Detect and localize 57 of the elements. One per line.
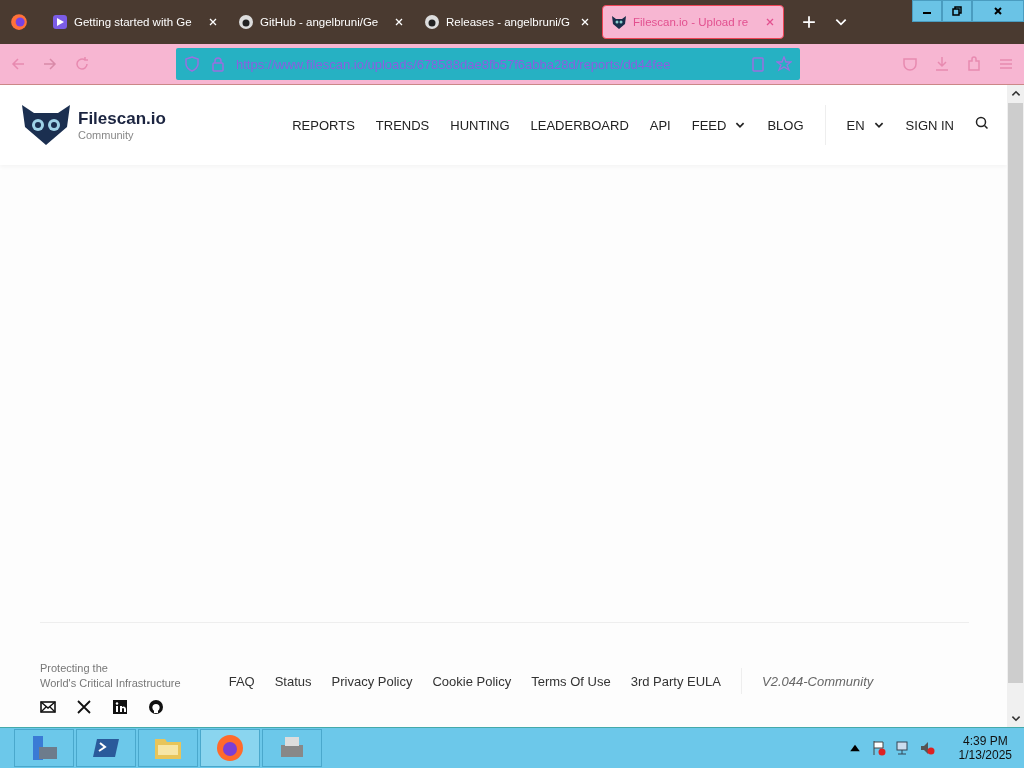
footer-link[interactable]: 3rd Party EULA [630,673,721,689]
clock[interactable]: 4:39 PM 1/13/2025 [942,734,1024,762]
tab-title: GitHub - angelbruni/Ge [260,16,380,28]
lock-icon [210,56,226,72]
nav-link[interactable]: API [649,117,671,133]
brand-name[interactable]: Filescan.io [78,109,166,129]
shield-icon [184,56,200,72]
speaker-icon[interactable] [918,740,935,756]
nav-link[interactable]: LEADERBOARD [530,117,629,133]
scrollbar[interactable] [1007,85,1024,727]
footer-link[interactable]: Cookie Policy [432,673,512,689]
sign-in-link[interactable]: SIGN IN [905,117,954,133]
folder-icon[interactable] [138,729,198,767]
footer-link[interactable]: Terms Of Use [531,673,611,689]
x-logo-icon[interactable] [76,699,92,715]
tagline: Protecting the World's Critical Infrastructure [40,661,181,691]
owl-icon [611,14,627,30]
tab-title: Releases - angelbruni/G [446,16,571,28]
server-manager-icon[interactable] [14,729,74,767]
browser-tab[interactable]: Releases - angelbruni/G [416,5,598,39]
footer-link[interactable]: Status [274,673,312,689]
firefox-icon[interactable] [10,13,28,31]
app-icon [52,14,68,30]
tab-title: Filescan.io - Upload re [633,16,750,28]
mail-icon[interactable] [40,699,56,715]
network-icon[interactable] [894,740,911,756]
minimize-button[interactable] [912,0,942,22]
owl-logo-icon[interactable] [20,103,72,147]
new-tab-icon[interactable] [802,15,816,29]
linkedin-icon[interactable] [112,699,128,715]
url-text: https://www.filescan.io/uploads/678588dae8fb57f6abba28d/reports/dd44fee [236,56,672,72]
nav-link[interactable]: FEED [691,117,747,133]
tab-title: Getting started with Ge [74,16,193,28]
nav-link[interactable]: HUNTING [450,117,510,133]
close-icon [993,6,1003,16]
footer-link[interactable]: Privacy Policy [331,673,413,689]
printer-icon[interactable] [262,729,322,767]
version-text: V2.044-Community [762,673,874,689]
language-selector[interactable]: EN [846,117,885,133]
browser-tab[interactable]: Getting started with Ge [44,5,226,39]
nav-link[interactable]: BLOG [767,117,804,133]
restore-button[interactable] [942,0,972,22]
date-text: 1/13/2025 [958,748,1012,762]
star-icon[interactable] [776,56,792,72]
firefox-icon[interactable] [200,729,260,767]
flag-icon[interactable] [870,740,887,756]
search-icon[interactable] [975,116,989,130]
brand-subtitle: Community [78,129,135,141]
nav-link[interactable]: TRENDS [375,117,430,133]
clipboard-icon[interactable] [750,56,766,72]
footer-link[interactable]: FAQ [228,673,255,689]
close-button[interactable] [972,0,1024,22]
powershell-icon[interactable] [76,729,136,767]
restore-icon [952,6,962,16]
browser-tab[interactable]: GitHub - angelbruni/Ge [230,5,412,39]
nav-link[interactable]: REPORTS [292,117,355,133]
time-text: 4:39 PM [962,734,1008,748]
